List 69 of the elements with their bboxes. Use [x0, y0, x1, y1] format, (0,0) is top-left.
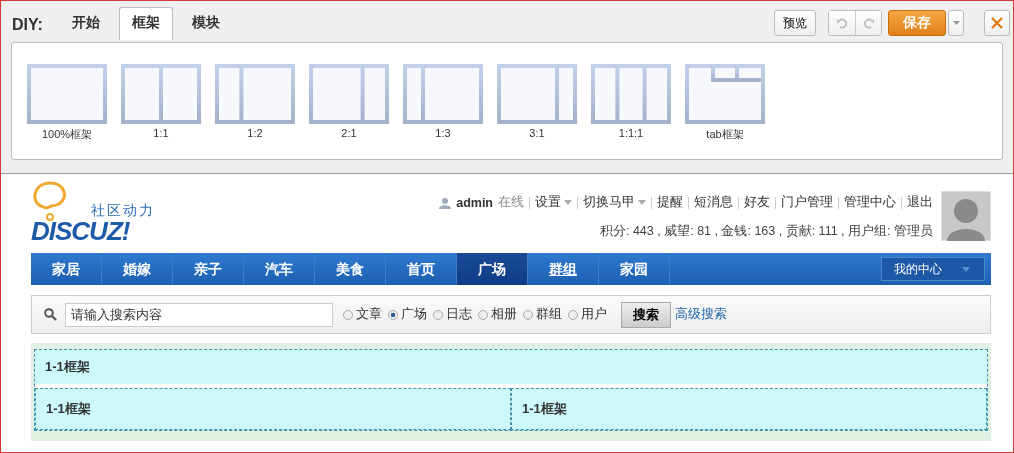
search-type-radio[interactable]: 广场: [388, 306, 427, 323]
frame[interactable]: 1-1框架 1-1框架 1-1框架: [34, 349, 988, 431]
search-field[interactable]: 请输入搜索内容: [65, 302, 333, 327]
frame-label: 2:1: [341, 127, 357, 139]
frame-layout-icon[interactable]: [497, 64, 577, 124]
logo[interactable]: 社区动力 DISCUZ!: [31, 180, 161, 244]
top-link[interactable]: 提醒: [657, 194, 683, 211]
frame-title: 1-1框架: [46, 400, 91, 418]
redo-icon: [862, 17, 875, 29]
search-type-radio[interactable]: 日志: [433, 306, 472, 323]
nav-item[interactable]: 广场: [457, 253, 528, 285]
frame-column[interactable]: 1-1框架: [35, 388, 511, 430]
user-icon: [439, 196, 452, 209]
search-type-radio[interactable]: 文章: [343, 306, 382, 323]
preview-button[interactable]: 预览: [774, 10, 816, 36]
caret-icon: [638, 200, 646, 205]
online-status: 在线: [498, 194, 524, 211]
close-icon: [991, 17, 1003, 29]
frame-label: 1:3: [435, 127, 451, 139]
search-type-radio[interactable]: 相册: [478, 306, 517, 323]
top-link[interactable]: 设置: [535, 194, 572, 211]
top-link[interactable]: 门户管理: [781, 194, 833, 211]
frame-column[interactable]: 1-1框架: [511, 388, 987, 430]
nav-item[interactable]: 美食: [315, 253, 386, 285]
save-menu-button[interactable]: [948, 10, 964, 36]
nav-item[interactable]: 家园: [599, 253, 670, 285]
top-link[interactable]: 短消息: [694, 194, 733, 211]
frame-layout-icon[interactable]: [215, 64, 295, 124]
frame-label: 100%框架: [41, 127, 93, 142]
frame-label: 1:1:1: [618, 127, 644, 139]
my-center-dropdown[interactable]: 我的中心: [881, 257, 985, 281]
frame-layout-icon[interactable]: [685, 64, 765, 124]
frame-layout-icon[interactable]: [27, 64, 107, 124]
frame-layout-icon[interactable]: [309, 64, 389, 124]
nav-item[interactable]: 亲子: [173, 253, 244, 285]
frame-title: 1-1框架: [522, 400, 567, 418]
caret-icon: [952, 21, 960, 25]
diy-title: DIY:: [11, 16, 44, 35]
frame-label: tab框架: [706, 127, 744, 142]
top-link[interactable]: 退出: [907, 194, 933, 211]
close-button[interactable]: [984, 10, 1010, 36]
frame-label: 3:1: [529, 127, 545, 139]
tab[interactable]: 框架: [118, 7, 173, 40]
frame-layout-icon[interactable]: [591, 64, 671, 124]
top-link[interactable]: 切换马甲: [583, 194, 646, 211]
nav-item[interactable]: 群组: [528, 253, 599, 285]
username-link[interactable]: admin: [456, 195, 493, 210]
caret-icon: [564, 200, 572, 205]
search-type-radio[interactable]: 用户: [568, 306, 607, 323]
avatar-icon[interactable]: [941, 191, 991, 241]
frame-layout-icon[interactable]: [403, 64, 483, 124]
search-button[interactable]: 搜索: [621, 301, 671, 328]
search-icon: [44, 308, 57, 321]
top-link[interactable]: 好友: [744, 194, 770, 211]
user-stats: 积分: 443 , 威望: 81 , 金钱: 163 , 贡献: 111 , 用户组: 管理员: [599, 223, 933, 240]
caret-icon: [962, 266, 970, 272]
undo-icon: [836, 17, 848, 29]
tab[interactable]: 模块: [178, 7, 233, 40]
advanced-search-link[interactable]: 高级搜索: [675, 306, 727, 323]
frame-label: 1:2: [247, 127, 263, 139]
tab[interactable]: 开始: [58, 7, 113, 40]
frame-title: 1-1框架: [35, 350, 987, 388]
nav-item[interactable]: 汽车: [244, 253, 315, 285]
frame-label: 1:1: [153, 127, 169, 139]
top-link[interactable]: 管理中心: [844, 194, 896, 211]
nav-item[interactable]: 家居: [31, 253, 102, 285]
search-type-radio[interactable]: 群组: [523, 306, 562, 323]
frame-layout-icon[interactable]: [121, 64, 201, 124]
nav-item[interactable]: 婚嫁: [102, 253, 173, 285]
